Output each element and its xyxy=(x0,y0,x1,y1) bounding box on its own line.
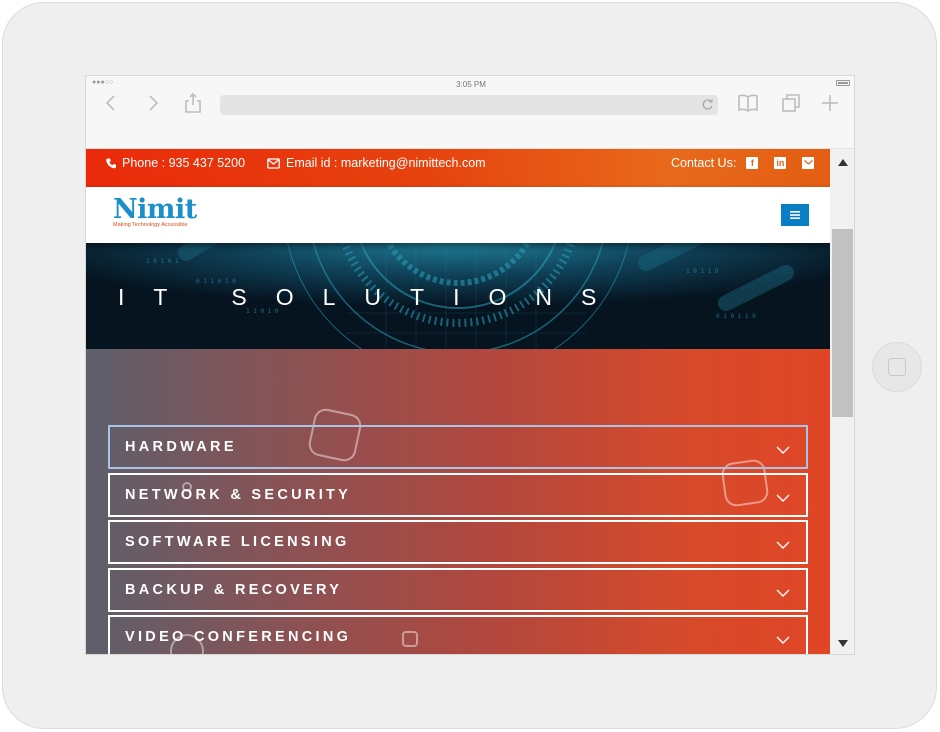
reload-icon xyxy=(702,99,713,110)
svg-text:1 0 1 0 1: 1 0 1 0 1 xyxy=(146,258,179,265)
web-page: Phone : 935 437 5200 Email id : marketin… xyxy=(86,149,830,654)
bookmarks-button[interactable] xyxy=(737,92,759,114)
scroll-down-button[interactable] xyxy=(830,634,854,652)
chevron-down-icon xyxy=(776,631,790,649)
accordion-label: SOFTWARE LICENSING xyxy=(125,534,350,550)
triangle-up-icon xyxy=(838,158,848,166)
contact-us: Contact Us: f in xyxy=(671,156,815,170)
reload-button[interactable] xyxy=(701,98,714,116)
book-icon xyxy=(738,94,758,112)
back-button[interactable] xyxy=(100,92,122,114)
chevron-right-icon xyxy=(149,95,159,111)
phone-contact[interactable]: Phone : 935 437 5200 xyxy=(106,156,245,170)
chevron-left-icon xyxy=(105,95,115,111)
linkedin-icon[interactable]: in xyxy=(774,157,787,169)
chevron-down-icon xyxy=(776,441,790,459)
accordion-label: BACKUP & RECOVERY xyxy=(125,582,343,598)
tabs-icon xyxy=(782,94,800,112)
browser-chrome: ●●●○○ 3:05 PM xyxy=(86,76,854,149)
hero-title: IT SOLUTIONS xyxy=(118,284,626,310)
scrollbar-thumb[interactable] xyxy=(832,229,853,417)
device-screen: ●●●○○ 3:05 PM Phone: 935 437 5200 Email… xyxy=(85,75,855,655)
envelope-icon xyxy=(267,157,280,169)
accordion-item-backup-recovery[interactable]: BACKUP & RECOVERY xyxy=(108,568,808,612)
svg-text:1 0 1 1 0: 1 0 1 1 0 xyxy=(686,268,719,275)
accordion-item-video-conferencing[interactable]: VIDEO CONFERENCING xyxy=(108,615,808,654)
contact-label: Contact Us: xyxy=(671,156,737,170)
hero-banner: 1 0 1 0 1 0 1 1 0 1 0 1 0 1 1 0 0 1 0 1 … xyxy=(86,243,830,349)
email-contact[interactable]: Email id : marketing@nimittech.com xyxy=(267,156,486,170)
status-time: 3:05 PM xyxy=(456,80,486,89)
accordion-label: NETWORK & SECURITY xyxy=(125,487,352,503)
facebook-icon[interactable]: f xyxy=(746,157,759,169)
solutions-section: HARDWARE NETWORK & SECURITY SOFTWARE LIC… xyxy=(86,349,830,654)
logo-wordmark: Nimit xyxy=(113,194,197,225)
new-tab-button[interactable] xyxy=(819,92,841,114)
site-header: Nimit Making Technology Accessible xyxy=(86,187,830,243)
tabs-button[interactable] xyxy=(780,92,802,114)
share-button[interactable] xyxy=(182,92,204,114)
plus-icon xyxy=(822,95,838,111)
top-contact-bar: Phone : 935 437 5200 Email id : marketin… xyxy=(86,149,830,187)
chevron-down-icon xyxy=(776,536,790,554)
page-scrollbar[interactable] xyxy=(830,149,854,654)
menu-toggle-button[interactable] xyxy=(781,204,809,226)
chevron-down-icon xyxy=(776,584,790,602)
address-bar[interactable] xyxy=(220,95,718,115)
battery-icon xyxy=(836,80,850,86)
phone-icon xyxy=(106,158,116,168)
triangle-down-icon xyxy=(838,639,848,647)
mail-glyph-icon xyxy=(803,159,813,165)
scroll-up-button[interactable] xyxy=(830,153,854,171)
svg-text:0 1 0 1 1 0: 0 1 0 1 1 0 xyxy=(716,313,756,320)
site-logo[interactable]: Nimit Making Technology Accessible xyxy=(113,194,197,229)
accordion-item-network-security[interactable]: NETWORK & SECURITY xyxy=(108,473,808,517)
hamburger-icon xyxy=(790,211,800,219)
phone-text: Phone : 935 437 5200 xyxy=(122,156,246,170)
share-icon xyxy=(185,93,201,113)
accordion-label: HARDWARE xyxy=(125,439,237,455)
accordion-item-software-licensing[interactable]: SOFTWARE LICENSING xyxy=(108,520,808,564)
forward-button[interactable] xyxy=(142,92,164,114)
email-text: Email id : marketing@nimittech.com xyxy=(286,156,486,170)
chevron-down-icon xyxy=(776,489,790,507)
accordion-item-hardware[interactable]: HARDWARE xyxy=(108,425,808,469)
logo-tagline: Making Technology Accessible xyxy=(113,222,188,228)
accordion-label: VIDEO CONFERENCING xyxy=(125,629,352,645)
home-square-icon xyxy=(888,358,906,376)
home-button[interactable] xyxy=(872,342,922,392)
mail-icon[interactable] xyxy=(802,157,815,169)
